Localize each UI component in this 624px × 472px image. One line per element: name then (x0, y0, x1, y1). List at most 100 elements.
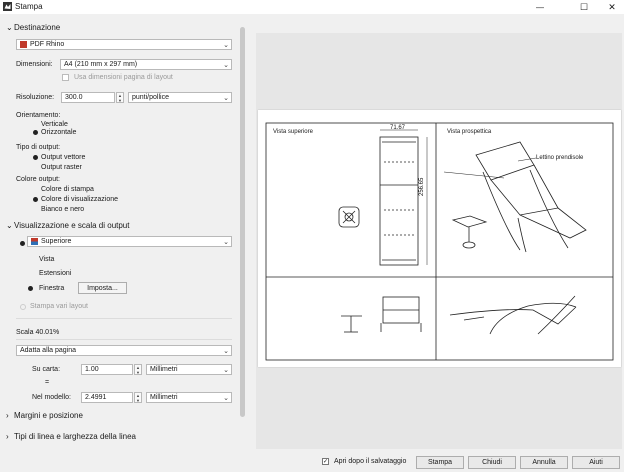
preview-drawing (265, 122, 614, 361)
scale-fit-select[interactable]: Adatta alla pagina ⌄ (16, 345, 232, 356)
radio-indicator (28, 286, 33, 291)
section-margins[interactable]: › Margini e posizione (6, 411, 83, 420)
pdf-printer-icon (20, 41, 27, 48)
section-linetypes[interactable]: › Tipi di linea e larghezza della linea (6, 432, 136, 441)
orientation-landscape-label: Orizzontale (41, 129, 77, 136)
radio-indicator (33, 207, 38, 212)
in-model-label: Nel modello: (32, 394, 71, 401)
imposta-button[interactable]: Imposta... (78, 282, 127, 294)
chevron-down-icon: ⌄ (223, 348, 229, 355)
viewport-select[interactable]: Superiore ⌄ (27, 236, 232, 247)
radio-indicator (33, 122, 38, 127)
output-raster-radio[interactable]: Output raster (33, 164, 82, 171)
maximize-icon: ☐ (579, 1, 589, 12)
viewport-select-value: Superiore (41, 238, 72, 245)
divider (16, 318, 232, 319)
output-type-label: Tipo di output: (16, 144, 61, 151)
resolution-input[interactable]: 300.0 (61, 92, 115, 103)
section-view-scale[interactable]: ⌄Visualizzazione e scala di output (6, 221, 129, 230)
color-display-label: Colore di visualizzazione (41, 196, 119, 203)
preview-dim-width: 71.67 (390, 125, 406, 131)
minimize-button[interactable]: — (525, 0, 555, 14)
area-window-radio[interactable]: Finestra (28, 285, 64, 292)
chevron-down-icon: ⌄ (223, 42, 229, 49)
use-layout-size-label: Usa dimensioni pagina di layout (74, 74, 173, 81)
output-raster-label: Output raster (41, 164, 82, 171)
chevron-down-icon: ⌄ (223, 95, 229, 102)
cancel-button[interactable]: Annulla (520, 456, 568, 469)
checkbox-box: ✓ (322, 458, 329, 465)
output-vector-label: Output vettore (41, 154, 86, 161)
minimize-icon: — (536, 2, 544, 12)
radio-indicator (20, 303, 26, 310)
section-destination-label: Destinazione (14, 23, 61, 32)
color-bw-radio[interactable]: Bianco e nero (33, 206, 84, 213)
settings-scrollbar[interactable] (240, 27, 245, 417)
close-dialog-button[interactable]: Chiudi (468, 456, 516, 469)
printer-select[interactable]: PDF Rhino ⌄ (16, 39, 232, 50)
on-paper-input[interactable]: 1.00 (81, 364, 133, 375)
chevron-right-icon: › (6, 411, 9, 420)
radio-indicator (33, 165, 38, 170)
viewport-grid-icon (31, 238, 38, 245)
section-margins-label: Margini e posizione (14, 411, 83, 420)
checkbox-box (62, 74, 69, 81)
color-print-radio[interactable]: Colore di stampa (33, 186, 94, 193)
multi-layout-radio[interactable]: Stampa vari layout (20, 303, 88, 310)
radio-indicator (28, 257, 33, 262)
orientation-landscape-radio[interactable]: Orizzontale (33, 129, 76, 136)
chevron-down-icon: ⌄ (223, 367, 229, 374)
preview-perspective-label: Vista prospettica (447, 129, 492, 135)
resolution-label: Risoluzione: (16, 94, 55, 101)
on-paper-unit-value: Millimetri (150, 366, 178, 373)
chevron-down-icon: ⌄ (223, 395, 229, 402)
in-model-stepper[interactable]: ▲ ▼ (134, 392, 142, 403)
paper-size-select[interactable]: A4 (210 mm x 297 mm) ⌄ (60, 59, 232, 70)
use-layout-size-checkbox[interactable]: Usa dimensioni pagina di layout (62, 74, 173, 81)
rhino-app-icon (3, 2, 12, 11)
orientation-label: Orientamento: (16, 112, 61, 119)
output-vector-radio[interactable]: Output vettore (33, 154, 85, 161)
area-view-radio[interactable]: Vista (28, 256, 54, 263)
chevron-down-icon: ⌄ (6, 221, 13, 230)
area-extents-label: Estensioni (39, 270, 72, 277)
on-paper-unit-select[interactable]: Millimetri ⌄ (146, 364, 232, 375)
paper-size-value: A4 (210 mm x 297 mm) (64, 61, 138, 68)
on-paper-stepper[interactable]: ▲ ▼ (134, 364, 142, 375)
scale-fit-value: Adatta alla pagina (20, 347, 77, 354)
maximize-button[interactable]: ☐ (569, 0, 599, 14)
orientation-portrait-radio[interactable]: Verticale (33, 121, 68, 128)
help-button[interactable]: Aiuti (572, 456, 620, 469)
orientation-portrait-label: Verticale (41, 121, 68, 128)
in-model-unit-select[interactable]: Millimetri ⌄ (146, 392, 232, 403)
equals-sign: = (45, 379, 50, 386)
in-model-input[interactable]: 2.4991 (81, 392, 133, 403)
output-color-label: Colore output: (16, 176, 60, 183)
resolution-unit-select[interactable]: punti/pollice ⌄ (128, 92, 232, 103)
close-button[interactable]: ✕ (597, 0, 624, 14)
area-extents-radio[interactable]: Estensioni (28, 270, 71, 277)
color-display-radio[interactable]: Colore di visualizzazione (33, 196, 118, 203)
chevron-down-icon: ⌄ (6, 23, 13, 32)
chevron-down-icon: ⌄ (223, 239, 229, 246)
section-view-scale-label: Visualizzazione e scala di output (14, 221, 130, 230)
multi-layout-label: Stampa vari layout (30, 303, 88, 310)
size-label: Dimensioni: (16, 61, 53, 68)
in-model-unit-value: Millimetri (150, 394, 178, 401)
resolution-stepper[interactable]: ▲ ▼ (116, 92, 124, 103)
viewport-radio[interactable] (20, 239, 25, 248)
color-print-label: Colore di stampa (41, 186, 94, 193)
on-paper-label: Su carta: (32, 366, 61, 373)
open-after-save-checkbox[interactable]: ✓ Apri dopo il salvataggio (322, 458, 406, 465)
color-bw-label: Bianco e nero (41, 206, 85, 213)
radio-indicator (33, 197, 38, 202)
printer-select-value: PDF Rhino (30, 41, 65, 48)
chevron-right-icon: › (6, 432, 9, 441)
scale-label: Scala 40.01% (16, 329, 60, 336)
close-icon: ✕ (608, 1, 616, 12)
section-destination[interactable]: ⌄Destinazione (6, 23, 60, 32)
radio-indicator (33, 187, 38, 192)
print-button[interactable]: Stampa (416, 456, 464, 469)
radio-indicator (28, 271, 33, 276)
radio-indicator (33, 155, 38, 160)
